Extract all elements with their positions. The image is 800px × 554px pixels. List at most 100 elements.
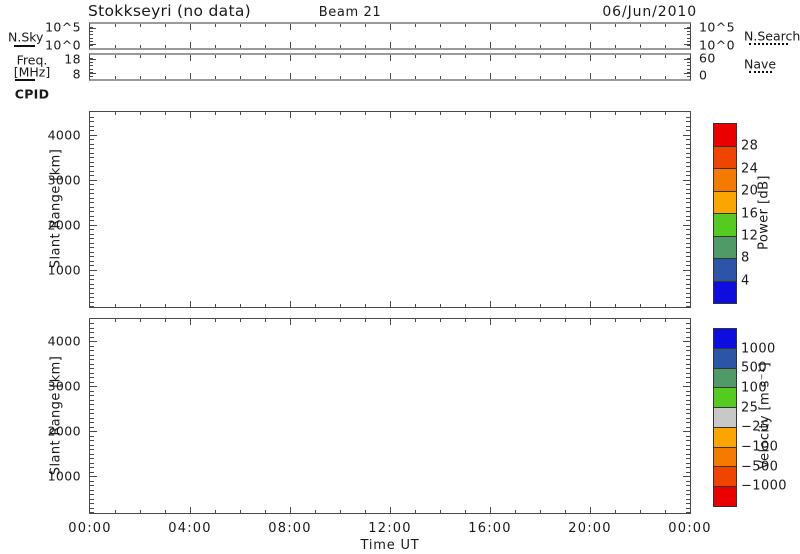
nave-linestyle-sample [749, 71, 772, 73]
tick-mark [490, 24, 491, 30]
tick-mark [315, 112, 316, 115]
tick-mark [215, 510, 216, 513]
tick-mark [686, 427, 690, 428]
tick-mark [115, 24, 116, 27]
tick-mark [687, 76, 690, 77]
superdarn-summary-plot: Stokkseyri (no data) Beam 21 06/Jun/2010… [0, 0, 800, 554]
colorbar-segment [714, 124, 736, 147]
freq-tick-label-top: 18 [64, 51, 81, 67]
tick-mark [90, 166, 94, 167]
tick-mark [415, 24, 416, 27]
tick-mark [515, 510, 516, 513]
tick-mark [665, 24, 666, 27]
tick-mark [390, 507, 391, 513]
tick-mark [115, 112, 116, 115]
tick-mark [140, 24, 141, 27]
tick-mark [686, 171, 690, 172]
tick-mark [140, 112, 141, 115]
colorbar-segment [714, 408, 736, 428]
tick-mark [686, 409, 690, 410]
range-tick-label: 2000 [47, 217, 81, 233]
tick-mark [686, 256, 690, 257]
tick-mark [90, 418, 94, 419]
tick-mark [190, 507, 191, 513]
tick-mark [686, 440, 690, 441]
tick-mark [683, 180, 690, 181]
time-tick-label: 16:00 [468, 521, 512, 536]
tick-mark [90, 211, 94, 212]
tick-mark [590, 55, 591, 61]
tick-mark [540, 45, 541, 48]
nsky-tick-label-top: 10^5 [45, 19, 81, 35]
tick-mark [90, 153, 94, 154]
tick-mark [365, 55, 366, 58]
tick-mark [565, 304, 566, 307]
tick-mark [265, 45, 266, 48]
tick-mark [465, 510, 466, 513]
tick-mark [640, 112, 641, 115]
tick-mark [686, 481, 690, 482]
tick-mark [90, 279, 94, 280]
tick-mark [90, 427, 94, 428]
tick-mark [265, 510, 266, 513]
tick-mark [565, 24, 566, 27]
tick-mark [240, 24, 241, 27]
tick-mark [90, 247, 94, 248]
freq-panel [89, 53, 691, 81]
tick-mark [515, 24, 516, 27]
colorbar-segment [714, 467, 736, 488]
tick-mark [465, 304, 466, 307]
tick-mark [90, 409, 94, 410]
tick-mark [90, 386, 97, 387]
tick-mark [686, 175, 690, 176]
tick-mark [90, 337, 94, 338]
tick-mark [684, 73, 690, 74]
tick-mark [90, 126, 94, 127]
tick-mark [686, 207, 690, 208]
tick-mark [440, 112, 441, 115]
range-tick-label: 1000 [47, 468, 81, 484]
tick-mark [665, 319, 666, 322]
tick-mark [340, 55, 341, 58]
tick-mark [240, 76, 241, 79]
tick-mark [315, 55, 316, 58]
tick-mark [90, 400, 94, 401]
tick-mark [640, 304, 641, 307]
tick-mark [90, 377, 94, 378]
tick-mark [640, 45, 641, 48]
time-tick-label: 04:00 [168, 521, 212, 536]
tick-mark [90, 284, 94, 285]
tick-mark [240, 319, 241, 322]
tick-mark [90, 59, 96, 60]
time-tick-label: 00:00 [668, 521, 712, 536]
tick-mark [686, 144, 690, 145]
tick-mark [440, 45, 441, 48]
tick-mark [140, 304, 141, 307]
range-tick-label: 4000 [47, 333, 81, 349]
tick-mark [687, 31, 690, 32]
tick-mark [665, 76, 666, 79]
plot-title-date: 06/Jun/2010 [602, 4, 697, 20]
tick-mark [465, 112, 466, 115]
colorbar-tick-label: −500 [741, 459, 779, 475]
tick-mark [540, 55, 541, 58]
tick-mark [90, 449, 94, 450]
tick-mark [490, 112, 491, 118]
tick-mark [90, 355, 94, 356]
colorbar-segment [714, 191, 736, 214]
tick-mark [165, 319, 166, 322]
tick-mark [90, 148, 94, 149]
tick-mark [615, 112, 616, 115]
tick-mark [686, 373, 690, 374]
tick-mark [465, 55, 466, 58]
tick-mark [90, 499, 94, 500]
plot-title-station: Stokkseyri (no data) [88, 2, 251, 20]
tick-mark [465, 45, 466, 48]
tick-mark [90, 69, 93, 70]
tick-mark [665, 45, 666, 48]
tick-mark [90, 368, 94, 369]
tick-mark [315, 76, 316, 79]
tick-mark [686, 247, 690, 248]
colorbar-segment [714, 259, 736, 282]
tick-mark [190, 73, 191, 79]
